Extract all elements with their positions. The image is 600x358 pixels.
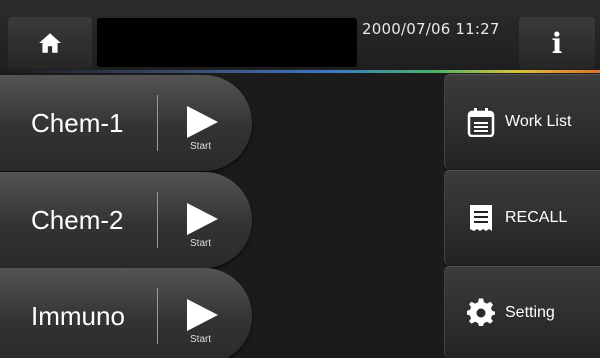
receipt-icon: [470, 205, 492, 231]
play-icon: [187, 106, 218, 138]
work-list-label: Work List: [505, 113, 572, 130]
assay-immuno-button[interactable]: Immuno Start: [0, 268, 252, 358]
home-icon: [39, 33, 61, 53]
info-icon: i: [551, 26, 563, 60]
recall-label: RECALL: [505, 209, 568, 226]
assay-label: Immuno: [31, 301, 125, 331]
divider: [157, 95, 158, 151]
assay-label: Chem-2: [31, 205, 124, 235]
title-display: [97, 18, 357, 67]
assay-chem1-button[interactable]: Chem-1 Start: [0, 75, 252, 171]
play-icon: [187, 203, 218, 235]
divider: [157, 288, 158, 344]
setting-button[interactable]: Setting: [444, 266, 600, 358]
header-divider: [0, 70, 600, 73]
play-icon: [187, 299, 218, 331]
gear-icon: [467, 297, 495, 326]
calendar-list-icon: [467, 108, 495, 137]
recall-button[interactable]: RECALL: [444, 170, 600, 265]
setting-label: Setting: [505, 303, 555, 321]
info-button[interactable]: i: [519, 17, 595, 69]
home-button[interactable]: [8, 17, 92, 69]
assay-label: Chem-1: [31, 108, 124, 138]
datetime: 2000/07/06 11:27: [362, 20, 500, 38]
start-label: Start: [190, 141, 212, 152]
assay-chem2-button[interactable]: Chem-2 Start: [0, 172, 252, 268]
start-label: Start: [190, 238, 212, 249]
start-label: Start: [190, 334, 212, 345]
top-bar: 2000/07/06 11:27 i: [0, 0, 600, 71]
work-list-button[interactable]: Work List: [444, 74, 600, 169]
divider: [157, 192, 158, 248]
